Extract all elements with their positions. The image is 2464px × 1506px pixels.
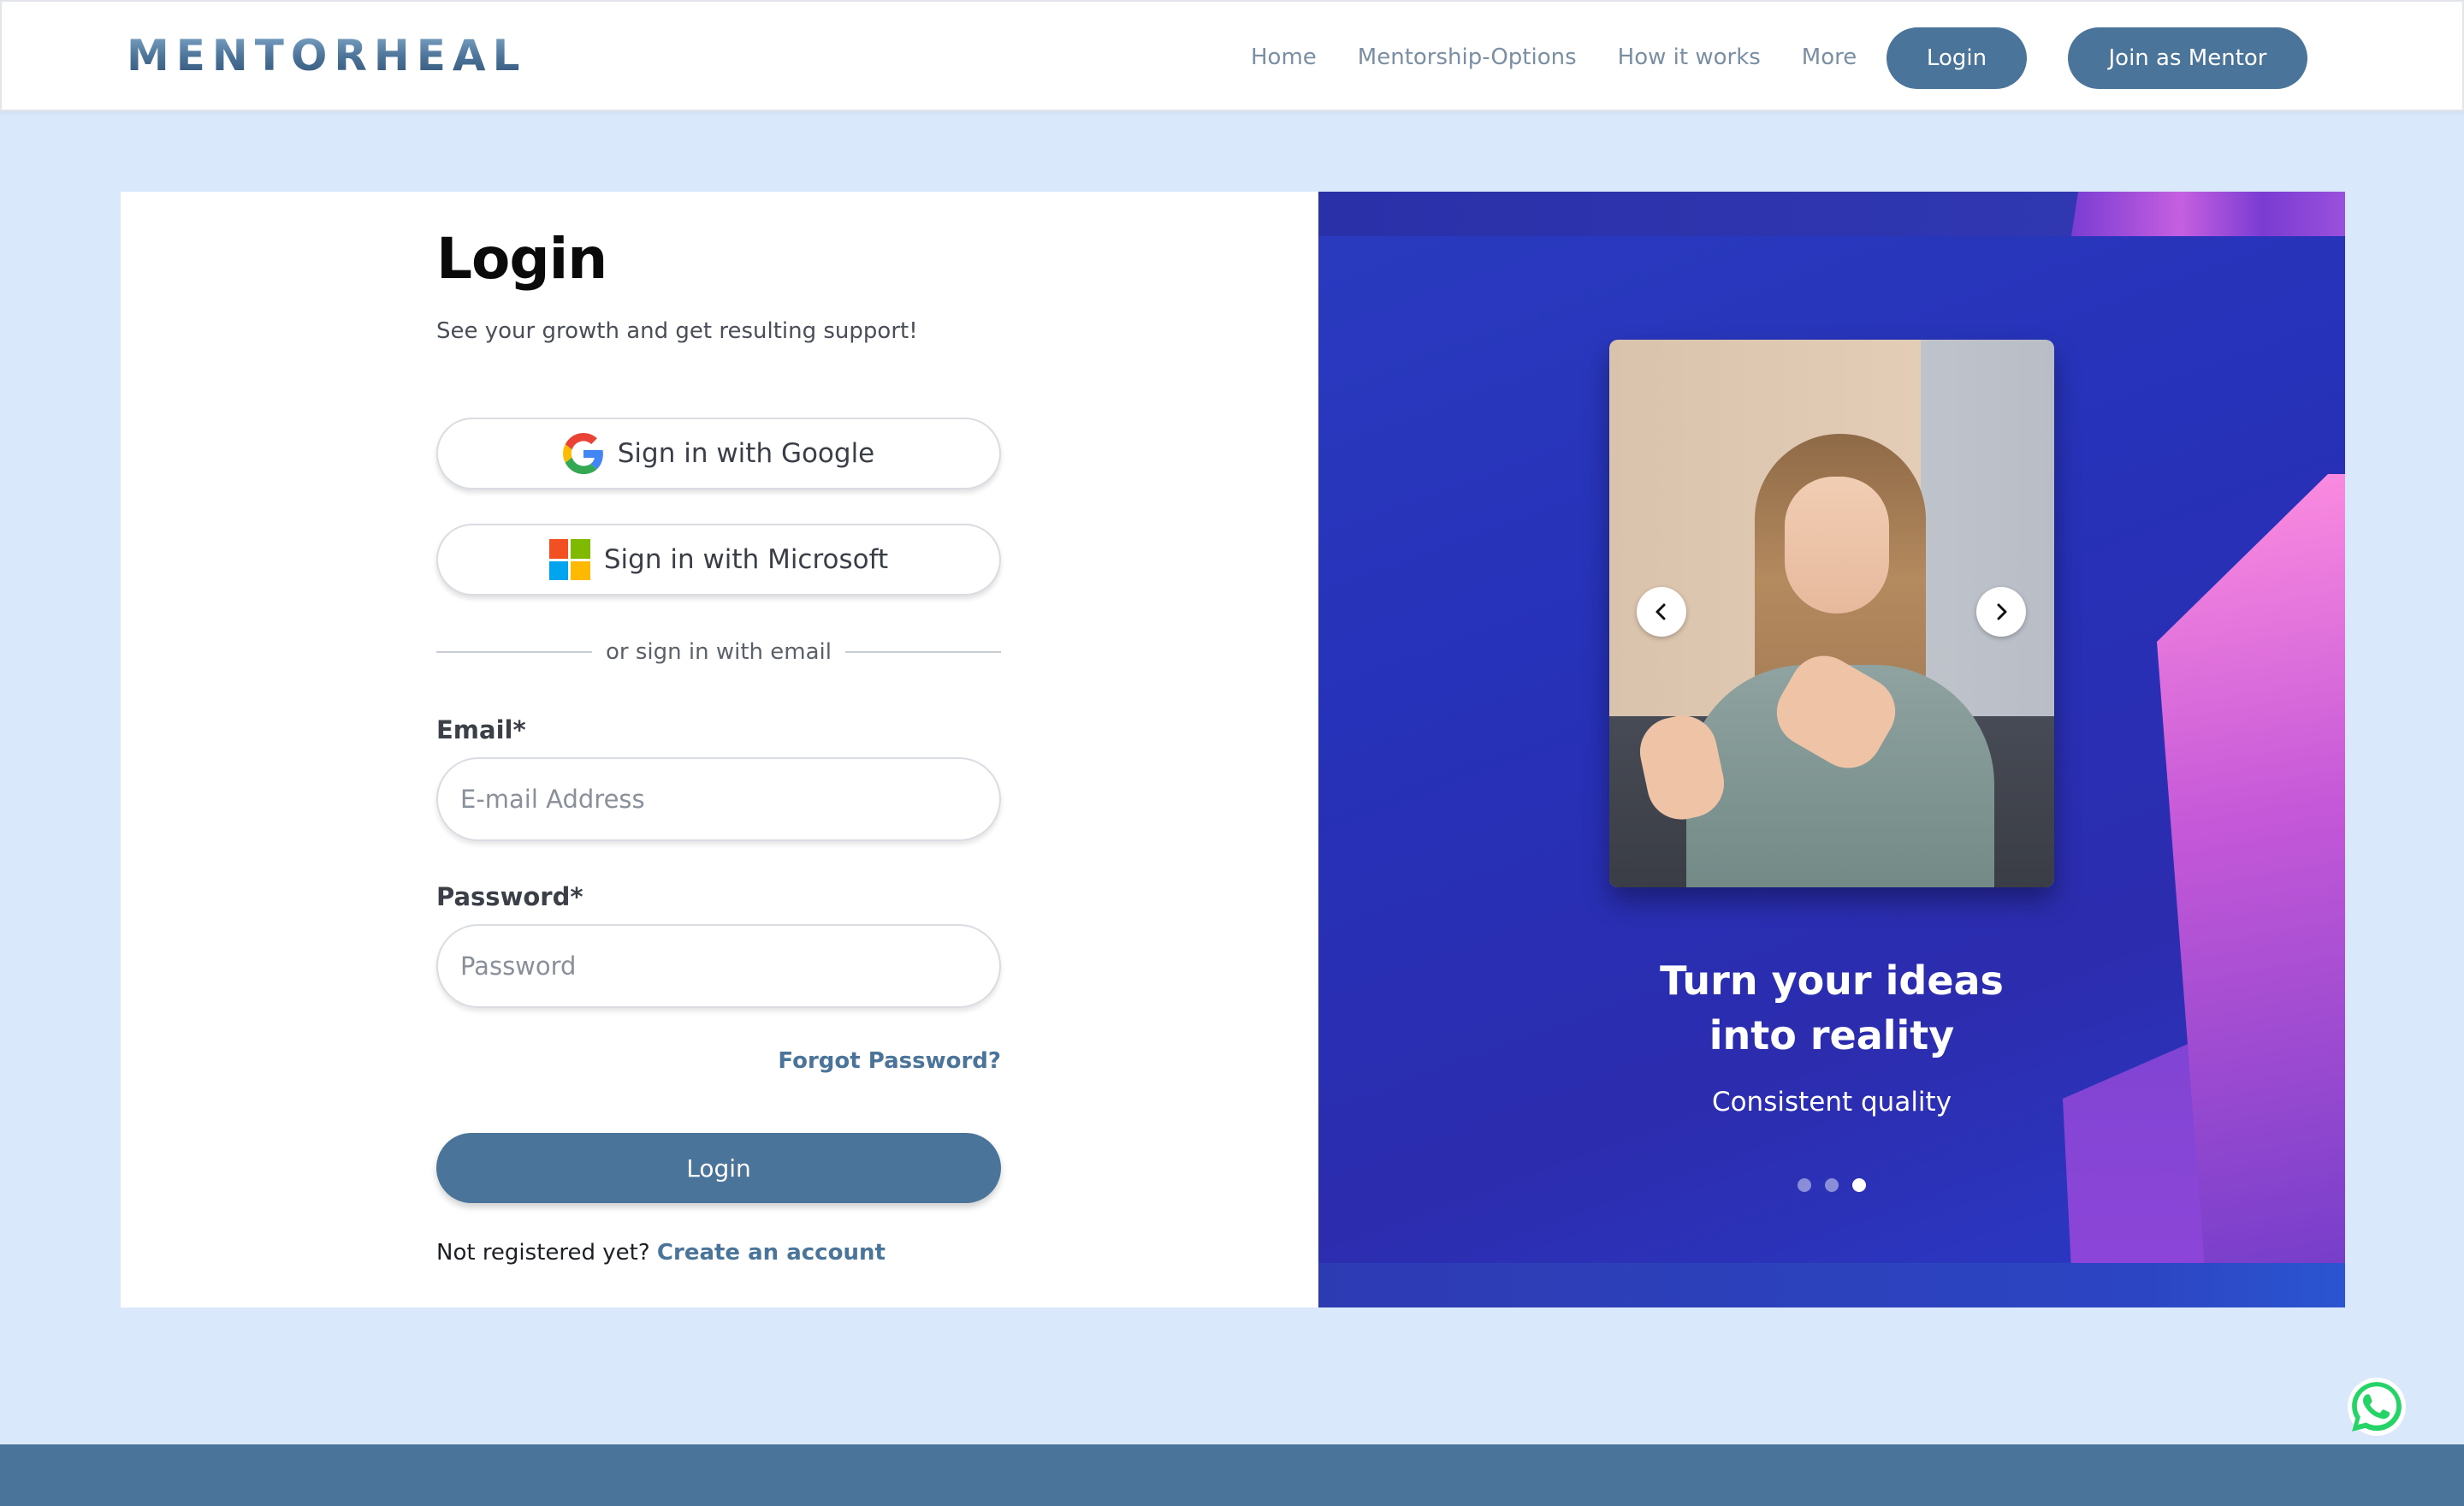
microsoft-signin-button[interactable]: Sign in with Microsoft [436,524,1001,596]
google-signin-label: Sign in with Google [617,438,875,469]
password-label: Password* [436,882,583,911]
nav-how-it-works[interactable]: How it works [1618,43,1761,72]
google-icon [562,433,603,474]
photo-face [1785,477,1889,614]
header-login-button[interactable]: Login [1886,27,2027,89]
main-nav: Home Mentorship-Options How it works Mor… [1251,43,1898,72]
whatsapp-icon [2352,1382,2402,1432]
carousel-dot-1[interactable] [1798,1178,1811,1192]
page-title: Login [436,226,607,292]
divider-line-left [436,651,593,653]
carousel-prev-button[interactable] [1637,587,1686,637]
slide-title: Turn your ideas into reality [1660,958,2004,1058]
carousel-dots [1798,1178,1866,1192]
email-divider: or sign in with email [436,637,1002,667]
whatsapp-chat-button[interactable] [2348,1378,2406,1436]
carousel-dot-3[interactable] [1852,1178,1866,1192]
register-prefix: Not registered yet? [436,1240,650,1266]
login-submit-button[interactable]: Login [436,1133,1001,1203]
carousel-dot-2[interactable] [1825,1178,1839,1192]
nav-mentorship-options[interactable]: Mentorship-Options [1358,43,1577,72]
email-label: Email* [436,715,526,744]
login-subtitle: See your growth and get resulting suppor… [436,318,918,344]
divider-text: or sign in with email [606,639,832,665]
top-navbar: MENTORHEAL Home Mentorship-Options How i… [0,0,2464,111]
carousel-bottom-band [1318,1263,2345,1307]
footer-bar [0,1444,2464,1506]
join-as-mentor-button[interactable]: Join as Mentor [2068,27,2307,89]
create-account-link[interactable]: Create an account [657,1240,886,1266]
microsoft-signin-label: Sign in with Microsoft [603,544,889,575]
slide-subtitle: Consistent quality [1711,1087,1952,1118]
promo-carousel: Turn your ideas into reality Consistent … [1318,192,2345,1307]
divider-line-right [845,651,1002,653]
chevron-right-icon [1997,603,2007,620]
microsoft-icon [548,539,590,580]
password-field[interactable] [436,924,1001,1008]
decor-shape-top [2071,192,2345,236]
google-signin-button[interactable]: Sign in with Google [436,418,1001,489]
register-prompt: Not registered yet? Create an account [436,1240,886,1266]
login-panel: Login See your growth and get resulting … [121,192,1318,1307]
nav-more[interactable]: More [1802,43,1857,72]
carousel-next-button[interactable] [1976,587,2026,637]
nav-home[interactable]: Home [1251,43,1317,72]
forgot-password-link[interactable]: Forgot Password? [778,1048,1001,1074]
email-field[interactable] [436,757,1001,841]
logo[interactable]: MENTORHEAL [127,31,526,80]
chevron-left-icon [1656,603,1666,620]
